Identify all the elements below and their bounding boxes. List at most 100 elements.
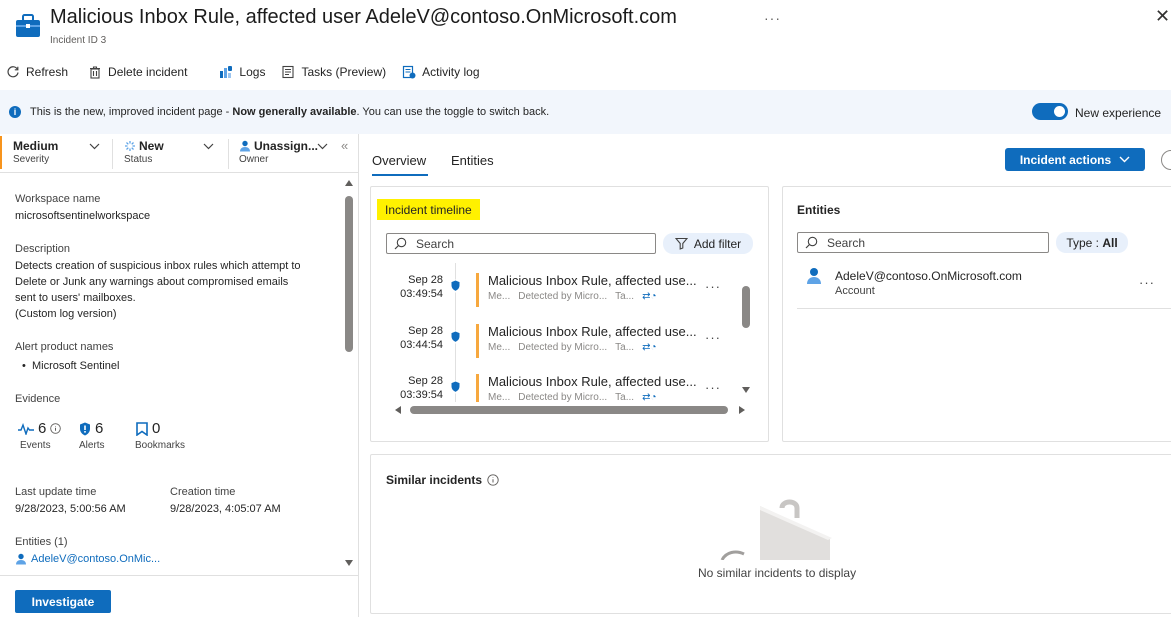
alerts-evidence[interactable]: 6 Alerts	[79, 420, 105, 451]
empty-briefcase-illustration	[720, 499, 832, 560]
more-options-button[interactable]: ···	[1139, 275, 1155, 290]
timeline-item[interactable]: Sep 28 03:39:54 Malicious Inbox Rule, aff…	[385, 374, 730, 402]
chevron-down-icon[interactable]	[203, 142, 214, 153]
bookmark-icon	[136, 421, 148, 436]
close-icon[interactable]: ✕	[1155, 6, 1170, 27]
tasks-icon	[282, 65, 295, 79]
briefcase-icon	[16, 14, 40, 37]
entities-heading: Entities	[797, 203, 841, 217]
refresh-button[interactable]: Refresh	[0, 65, 74, 79]
empty-state-text: No similar incidents to display	[698, 566, 857, 580]
workspace-value: microsoftsentinelworkspace	[15, 210, 151, 222]
delete-incident-button[interactable]: Delete incident	[82, 65, 193, 79]
severity-dropdown[interactable]: Medium Severity	[13, 139, 58, 165]
more-options-button[interactable]: ···	[705, 279, 721, 294]
info-icon	[50, 423, 62, 434]
description-label: Description	[15, 243, 71, 255]
activity-log-button[interactable]: Activity log	[396, 65, 485, 79]
entity-type: Account	[835, 285, 875, 297]
creation-value: 9/28/2023, 4:05:07 AM	[170, 503, 281, 515]
divider	[112, 139, 113, 169]
scroll-down-arrow[interactable]	[345, 560, 353, 566]
bookmarks-evidence[interactable]: 0 Bookmarks	[135, 420, 185, 451]
timeline-search-input[interactable]: Search	[386, 233, 656, 254]
new-experience-label: New experience	[1075, 106, 1162, 120]
panel-divider	[358, 134, 359, 617]
add-filter-button[interactable]: Add filter	[663, 233, 753, 254]
refresh-icon	[7, 66, 19, 78]
timeline-heading: Incident timeline	[377, 199, 480, 220]
similar-incidents-heading: Similar incidents	[386, 473, 499, 487]
last-update-label: Last update time	[15, 486, 97, 498]
shield-icon	[80, 422, 90, 435]
sync-icon: ⇄◔	[642, 342, 657, 353]
search-icon	[805, 236, 818, 249]
type-filter-pill[interactable]: Type : All	[1056, 232, 1128, 253]
info-icon	[487, 474, 499, 486]
info-banner: i This is the new, improved incident pag…	[0, 90, 1171, 134]
logs-button[interactable]: Logs	[213, 65, 271, 79]
more-options-button[interactable]: ···	[705, 330, 721, 345]
events-evidence[interactable]: 6 Events	[18, 420, 62, 451]
scroll-left-arrow[interactable]	[395, 406, 401, 414]
trash-icon	[90, 66, 101, 79]
alert-product-item: • Microsoft Sentinel	[22, 360, 120, 372]
sync-icon: ⇄◔	[642, 291, 657, 302]
description-line: Delete or Junk any warnings about compro…	[15, 276, 289, 288]
feedback-icon[interactable]	[1161, 150, 1171, 170]
description-line: Detects creation of suspicious inbox rul…	[15, 260, 301, 272]
tasks-button[interactable]: Tasks (Preview)	[275, 65, 392, 79]
alert-products-label: Alert product names	[15, 341, 114, 353]
entities-search-input[interactable]: Search	[797, 232, 1049, 253]
person-icon	[240, 140, 250, 152]
divider	[797, 308, 1171, 309]
scroll-up-arrow[interactable]	[345, 180, 353, 186]
severity-accent	[0, 136, 2, 169]
collapse-panel-icon[interactable]: «	[341, 138, 348, 153]
description-line: sent to users' mailboxes.	[15, 292, 136, 304]
incident-actions-button[interactable]: Incident actions	[1005, 148, 1145, 171]
timeline-item[interactable]: Sep 28 03:44:54 Malicious Inbox Rule, aff…	[385, 314, 730, 374]
chevron-down-icon[interactable]	[89, 142, 100, 153]
tab-overview[interactable]: Overview	[372, 153, 426, 168]
owner-dropdown[interactable]: Unassign... Owner	[239, 139, 318, 165]
investigate-button[interactable]: Investigate	[15, 590, 111, 613]
new-experience-toggle[interactable]	[1032, 103, 1068, 120]
status-dropdown[interactable]: New Status	[124, 139, 164, 165]
shield-icon	[449, 279, 462, 293]
divider	[228, 139, 229, 169]
evidence-label: Evidence	[15, 393, 61, 405]
workspace-label: Workspace name	[15, 193, 101, 205]
timeline-horizontal-scrollbar[interactable]	[410, 406, 728, 414]
page-title: Malicious Inbox Rule, affected user Adel…	[50, 6, 677, 28]
entity-name[interactable]: AdeleV@contoso.OnMicrosoft.com	[835, 269, 1022, 283]
search-icon	[394, 237, 407, 250]
shield-icon	[449, 380, 462, 394]
new-status-icon	[125, 141, 135, 151]
description-line: (Custom log version)	[15, 308, 117, 320]
command-bar: Refresh Delete incident Logs Tasks (Prev…	[0, 60, 486, 84]
tab-entities[interactable]: Entities	[451, 153, 494, 168]
more-options-button[interactable]: ···	[764, 10, 781, 26]
timeline-vertical-scrollbar[interactable]	[742, 286, 750, 328]
scroll-down-arrow[interactable]	[742, 387, 750, 393]
person-icon	[807, 268, 821, 284]
timeline-item[interactable]: Sep 28 03:49:54 Malicious Inbox Rule, aff…	[385, 263, 730, 323]
entity-link[interactable]: AdeleV@contoso.OnMic...	[15, 551, 160, 567]
last-update-value: 9/28/2023, 5:00:56 AM	[15, 503, 126, 515]
entities-label: Entities (1)	[15, 536, 68, 548]
scroll-right-arrow[interactable]	[739, 406, 745, 414]
scrollbar-thumb[interactable]	[345, 196, 353, 352]
shield-icon	[449, 330, 462, 344]
logs-icon	[220, 66, 233, 78]
entities-card	[782, 186, 1171, 442]
incident-id: Incident ID 3	[50, 35, 107, 46]
filter-icon	[674, 237, 688, 250]
chevron-down-icon[interactable]	[317, 142, 328, 153]
more-options-button[interactable]: ···	[705, 380, 721, 395]
creation-label: Creation time	[170, 486, 236, 498]
tab-active-indicator	[372, 174, 428, 176]
chevron-down-icon	[1119, 156, 1130, 163]
banner-text: This is the new, improved incident page …	[30, 106, 550, 118]
person-icon	[16, 553, 26, 565]
